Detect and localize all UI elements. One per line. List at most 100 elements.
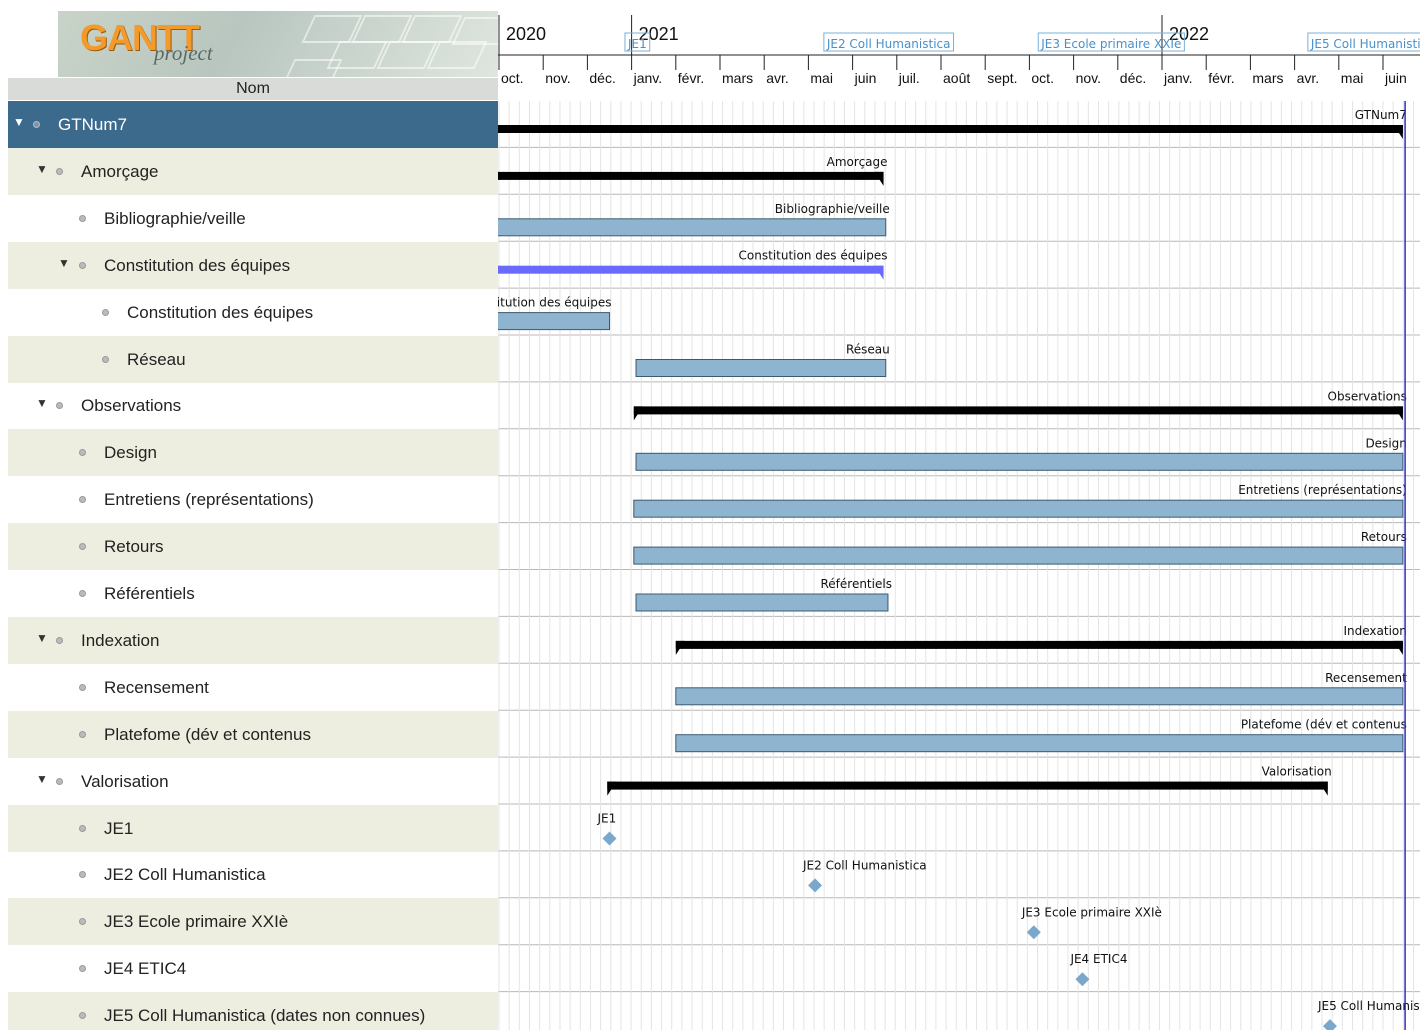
- task-row[interactable]: Recensement: [8, 664, 498, 711]
- task-row[interactable]: Design: [8, 429, 498, 477]
- task-row[interactable]: Bibliographie/veille: [8, 195, 498, 242]
- task-name[interactable]: Référentiels: [104, 584, 195, 604]
- gantt-chart-area[interactable]: oct. nov. déc. janv. févr. mars avr. mai juin jui…: [498, 0, 1420, 1030]
- task-name[interactable]: Bibliographie/veille: [104, 209, 246, 229]
- task-row[interactable]: JE2 Coll Humanistica: [8, 851, 498, 898]
- task-bullet-icon: [79, 543, 86, 551]
- task-name[interactable]: Entretiens (représentations): [104, 490, 314, 510]
- expand-toggle-icon[interactable]: ▼: [36, 162, 48, 176]
- task-bar[interactable]: [635, 593, 889, 612]
- summary-bar[interactable]: [498, 171, 884, 180]
- task-bar[interactable]: [635, 359, 887, 377]
- summary-bar[interactable]: [675, 640, 1403, 649]
- task-row[interactable]: Référentiels: [8, 570, 498, 617]
- task-bar[interactable]: [633, 499, 1404, 518]
- task-name[interactable]: Platefome (dév et contenus: [104, 725, 311, 745]
- task-row[interactable]: Entretiens (représentations): [8, 476, 498, 523]
- task-bar[interactable]: [633, 546, 1404, 565]
- task-row[interactable]: JE1: [8, 804, 498, 852]
- summary-bar[interactable]: [498, 125, 1403, 133]
- task-name[interactable]: Constitution des équipes: [127, 303, 313, 323]
- task-row[interactable]: ▼ Constitution des équipes: [8, 241, 498, 289]
- month-label: juil.: [898, 70, 920, 86]
- task-bar[interactable]: [675, 687, 1404, 706]
- task-bullet-icon: [79, 824, 86, 832]
- task-name[interactable]: Recensement: [104, 678, 209, 698]
- milestone-flag-label[interactable]: JE5 Coll Humanistica: [1310, 37, 1420, 51]
- expand-toggle-icon[interactable]: ▼: [58, 256, 70, 270]
- task-row[interactable]: Platefome (dév et contenus: [8, 710, 498, 758]
- milestone-flag-label[interactable]: JE1: [627, 37, 647, 51]
- milestone-diamond[interactable]: [808, 878, 823, 893]
- task-row[interactable]: JE5 Coll Humanistica (dates non connues): [8, 992, 498, 1030]
- task-bullet-icon: [56, 402, 63, 410]
- task-bar[interactable]: [675, 734, 1404, 753]
- task-name[interactable]: JE2 Coll Humanistica: [104, 865, 266, 885]
- task-bullet-icon: [79, 214, 86, 222]
- task-row[interactable]: JE3 Ecole primaire XXIè: [8, 898, 498, 946]
- task-name[interactable]: Valorisation: [81, 772, 169, 792]
- expand-toggle-icon[interactable]: ▼: [36, 631, 48, 645]
- month-label: févr.: [678, 70, 704, 86]
- task-name[interactable]: JE5 Coll Humanistica (dates non connues): [104, 1006, 425, 1026]
- task-label: Valorisation: [1262, 765, 1332, 779]
- task-name[interactable]: Retours: [104, 537, 164, 557]
- task-name[interactable]: JE1: [104, 819, 133, 839]
- task-label: JE3 Ecole primaire XXIè: [1021, 905, 1162, 919]
- task-bar[interactable]: [635, 452, 1404, 471]
- gantt-chart-canvas[interactable]: oct. nov. déc. janv. févr. mars avr. mai juin jui…: [498, 0, 1420, 1030]
- expand-toggle-icon[interactable]: ▼: [13, 115, 25, 129]
- task-bullet-icon: [79, 590, 86, 597]
- task-name[interactable]: GTNum7: [58, 115, 127, 135]
- task-bar[interactable]: [498, 312, 610, 331]
- task-name[interactable]: Amorçage: [81, 162, 158, 182]
- month-label: juin: [1384, 70, 1407, 86]
- task-bullet-icon: [79, 261, 86, 269]
- name-column-header[interactable]: Nom: [8, 78, 498, 100]
- milestone-diamond[interactable]: [1026, 925, 1041, 940]
- task-row[interactable]: ▼ Indexation: [8, 616, 498, 664]
- task-bullet-icon: [33, 121, 40, 128]
- task-row[interactable]: Retours: [8, 523, 498, 571]
- task-name[interactable]: JE4 ETIC4: [104, 959, 186, 979]
- task-row[interactable]: ▼ GTNum7: [8, 101, 498, 148]
- month-label: févr.: [1208, 70, 1234, 86]
- task-name[interactable]: Indexation: [81, 631, 159, 651]
- logo-subtext: project: [154, 41, 213, 65]
- ganttproject-logo: GANTT project: [58, 11, 498, 77]
- month-label: avr.: [766, 70, 789, 86]
- expand-toggle-icon[interactable]: ▼: [36, 772, 48, 786]
- month-label: oct.: [1031, 70, 1054, 86]
- summary-bar[interactable]: [633, 406, 1403, 415]
- task-bullet-icon: [56, 777, 63, 785]
- task-bar[interactable]: [498, 218, 887, 237]
- task-label: Bibliographie/veille: [775, 202, 890, 216]
- task-bullet-icon: [79, 918, 86, 926]
- task-row[interactable]: ▼ Amorçage: [8, 147, 498, 195]
- ganttproject-window: GANTT project Nom ▼ GTNum7 ▼ Amorçage Biblio…: [0, 0, 1420, 1030]
- month-label: oct.: [501, 70, 524, 86]
- task-row[interactable]: Réseau: [8, 335, 498, 383]
- task-name[interactable]: Constitution des équipes: [104, 256, 290, 276]
- task-row[interactable]: ▼ Valorisation: [8, 758, 498, 805]
- task-row[interactable]: ▼ Observations: [8, 382, 498, 429]
- task-bullet-icon: [102, 308, 109, 316]
- milestone-flag-label[interactable]: JE2 Coll Humanistica: [826, 37, 951, 51]
- milestone-diamond[interactable]: [1075, 972, 1090, 987]
- milestone-diamond[interactable]: [1322, 1019, 1337, 1030]
- summary-bar[interactable]: [607, 781, 1328, 790]
- task-name[interactable]: Réseau: [127, 350, 186, 370]
- task-label: JE4 ETIC4: [1069, 952, 1127, 966]
- task-label: Platefome (dév et contenus: [1241, 718, 1407, 732]
- task-row[interactable]: Constitution des équipes: [8, 289, 498, 336]
- expand-toggle-icon[interactable]: ▼: [36, 396, 48, 410]
- task-label: Retours: [1361, 530, 1407, 544]
- task-row[interactable]: JE4 ETIC4: [8, 945, 498, 992]
- task-name[interactable]: JE3 Ecole primaire XXIè: [104, 912, 288, 932]
- milestone-flag-label[interactable]: JE3 Ecole primaire XXIè: [1040, 37, 1181, 51]
- task-name[interactable]: Design: [104, 443, 157, 463]
- task-name[interactable]: Observations: [81, 396, 181, 416]
- milestone-diamond[interactable]: [602, 831, 617, 846]
- summary-bar[interactable]: [498, 265, 884, 274]
- task-label: Design: [1365, 436, 1406, 450]
